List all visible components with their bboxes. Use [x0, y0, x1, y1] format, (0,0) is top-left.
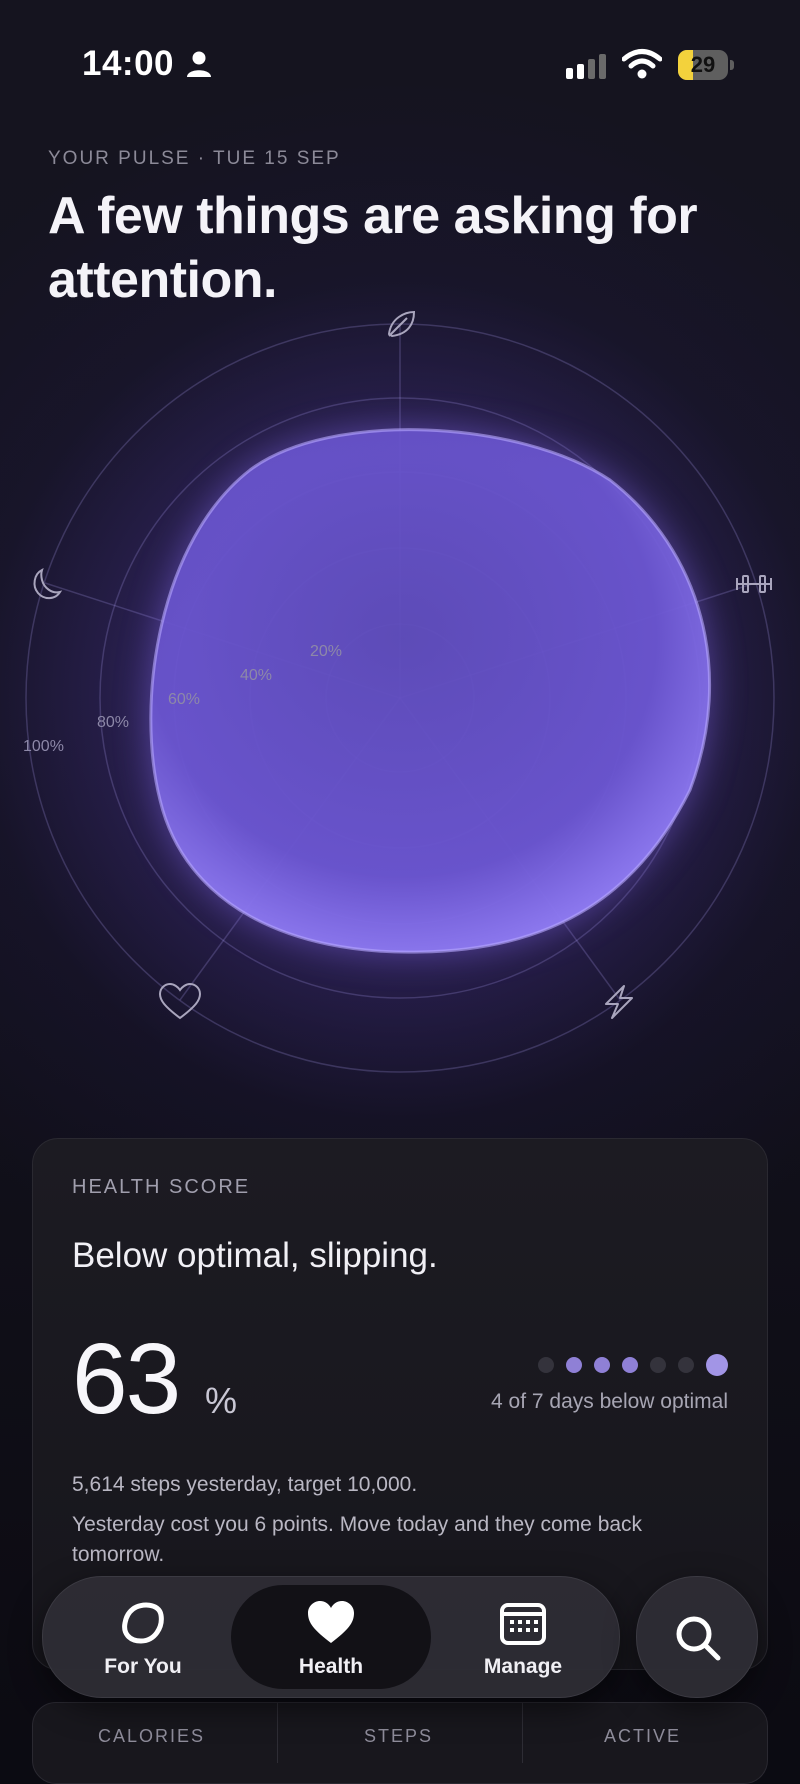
days-below-optimal: 4 of 7 days below optimal	[491, 1390, 728, 1413]
tab-for-you[interactable]: For You	[53, 1577, 233, 1697]
tab-label-health: Health	[298, 1655, 364, 1678]
blob-icon	[122, 1602, 164, 1644]
status-time: 14:00	[82, 44, 175, 83]
day-dot	[678, 1357, 694, 1373]
search-button[interactable]	[636, 1576, 758, 1698]
day-dot	[538, 1357, 554, 1373]
date-eyebrow: YOUR PULSE · TUE 15 SEP	[48, 148, 341, 169]
battery-indicator: 29	[678, 50, 734, 80]
tab-label-manage: Manage	[483, 1655, 563, 1678]
points-note: Yesterday cost you 6 points. Move today …	[72, 1513, 643, 1566]
radar-blob	[149, 428, 712, 954]
ring-label-40: 40%	[240, 667, 272, 684]
pulse-radar-chart: 20% 40% 60% 80% 100%	[23, 310, 775, 1073]
health-score-label: HEALTH SCORE	[72, 1176, 251, 1198]
weekly-day-dots	[538, 1354, 730, 1376]
status-bar: 14:00 29	[0, 0, 800, 130]
health-score-unit: %	[205, 1380, 238, 1421]
tab-bar: For You Health Manage	[42, 1576, 620, 1698]
person-icon	[187, 51, 211, 77]
day-dot	[622, 1357, 638, 1373]
metric-label-active: ACTIVE	[604, 1726, 682, 1746]
ring-label-100: 100%	[23, 738, 64, 755]
health-score-value: 63	[72, 1323, 181, 1435]
metric-label-calories: CALORIES	[98, 1726, 206, 1746]
ring-label-60: 60%	[168, 691, 200, 708]
metric-label-steps: STEPS	[364, 1726, 434, 1746]
tab-manage[interactable]: Manage	[433, 1577, 613, 1697]
health-score-status: Below optimal, slipping.	[72, 1236, 438, 1275]
ring-label-80: 80%	[97, 714, 129, 731]
ring-label-20: 20%	[310, 643, 342, 660]
day-dot	[594, 1357, 610, 1373]
tab-label-for-you: For You	[104, 1655, 182, 1678]
battery-percent: 29	[690, 52, 716, 77]
steps-note: 5,614 steps yesterday, target 10,000.	[72, 1473, 418, 1496]
wifi-icon	[622, 49, 662, 79]
day-dot	[706, 1354, 728, 1376]
cellular-signal-icon	[566, 54, 606, 79]
tab-health[interactable]: Health	[231, 1585, 431, 1689]
day-dot	[650, 1357, 666, 1373]
search-icon	[676, 1616, 721, 1661]
day-dot	[566, 1357, 582, 1373]
heart-icon	[308, 1601, 354, 1643]
calendar-icon	[500, 1603, 546, 1645]
